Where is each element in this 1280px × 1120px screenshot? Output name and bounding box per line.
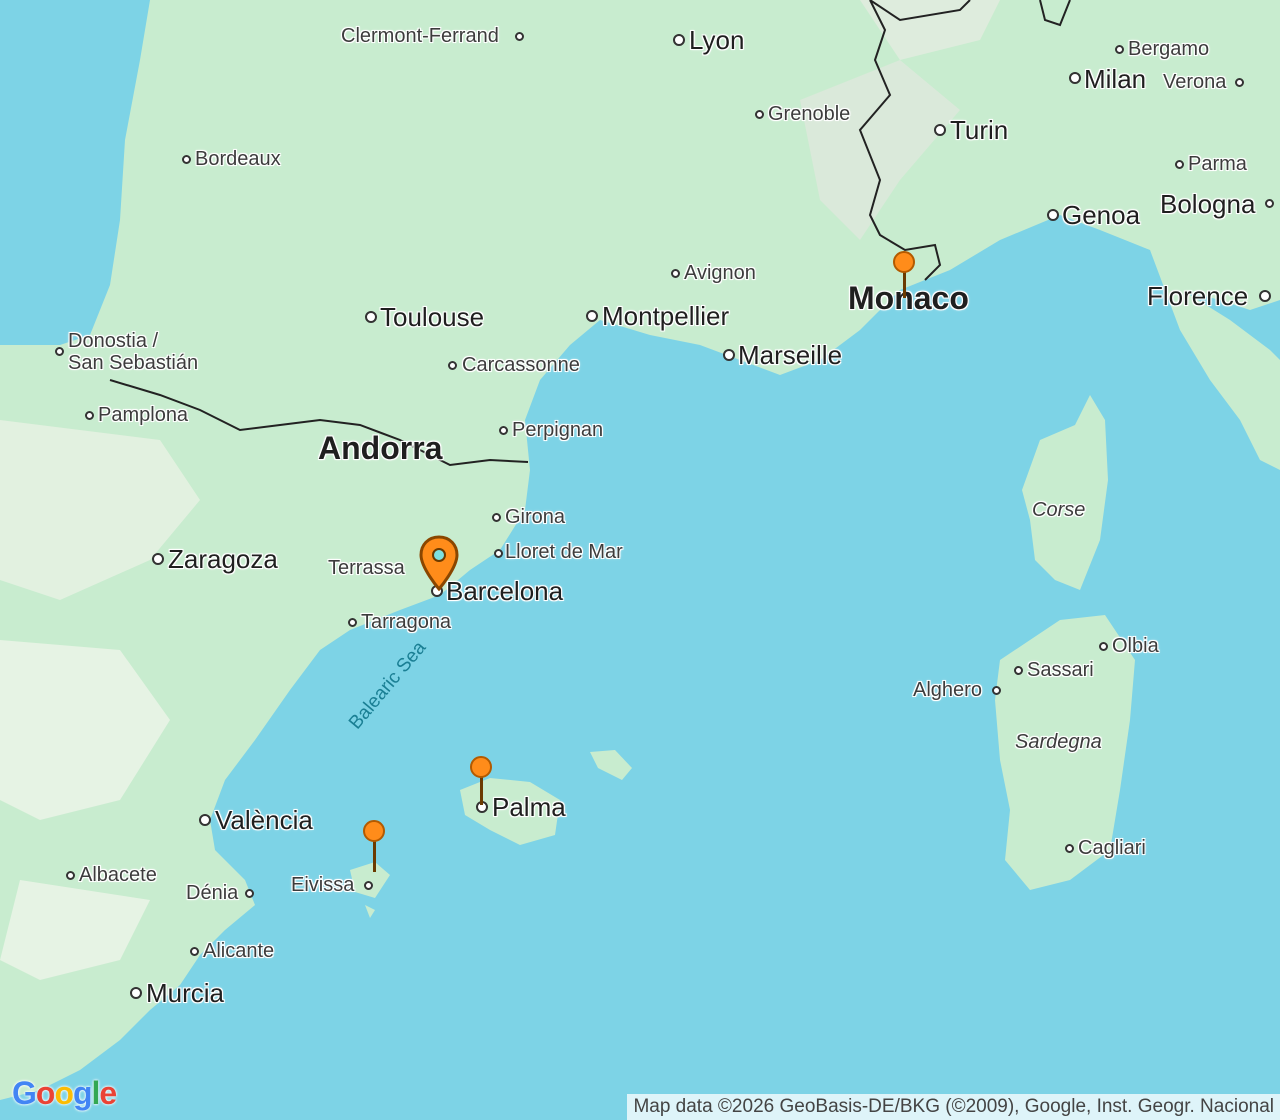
label-genoa: Genoa xyxy=(1062,200,1141,230)
map-attribution: Map data ©2026 GeoBasis-DE/BKG (©2009), … xyxy=(627,1094,1280,1120)
label-alghero: Alghero xyxy=(913,679,982,701)
label-corse: Corse xyxy=(1032,499,1086,521)
label-bordeaux: Bordeaux xyxy=(195,148,281,170)
label-monaco: Monaco xyxy=(848,280,969,316)
label-lloret-de-mar: Lloret de Mar xyxy=(505,541,623,563)
map-canvas[interactable]: Clermont-Ferrand Lyon Bergamo Milan Vero… xyxy=(0,0,1280,1120)
selected-location-marker-icon[interactable] xyxy=(418,535,460,593)
label-grenoble: Grenoble xyxy=(768,103,851,125)
label-terrassa: Terrassa xyxy=(328,557,405,579)
google-logo: Google xyxy=(12,1075,117,1111)
label-clermont-ferrand: Clermont-Ferrand xyxy=(341,25,499,47)
label-andorra: Andorra xyxy=(318,430,443,466)
label-valencia: València xyxy=(215,805,313,835)
label-parma: Parma xyxy=(1188,153,1247,175)
label-tarragona: Tarragona xyxy=(361,611,452,633)
label-toulouse: Toulouse xyxy=(380,302,485,332)
label-lyon: Lyon xyxy=(689,25,745,55)
label-donostia: Donostia / xyxy=(68,330,159,352)
label-bergamo: Bergamo xyxy=(1128,38,1210,60)
label-milan: Milan xyxy=(1084,64,1147,94)
label-san-sebastian: San Sebastián xyxy=(68,352,199,374)
label-denia: Dénia xyxy=(186,882,239,904)
label-sardegna: Sardegna xyxy=(1015,731,1102,753)
label-avignon: Avignon xyxy=(684,262,756,284)
label-pamplona: Pamplona xyxy=(98,404,189,426)
label-turin: Turin xyxy=(950,115,1009,145)
label-sassari: Sassari xyxy=(1027,659,1094,681)
label-perpignan: Perpignan xyxy=(512,419,604,441)
label-marseille: Marseille xyxy=(738,340,843,370)
label-bologna: Bologna xyxy=(1160,189,1256,219)
label-albacete: Albacete xyxy=(79,864,157,886)
label-alicante: Alicante xyxy=(203,940,275,962)
label-florence: Florence xyxy=(1147,281,1249,311)
label-zaragoza: Zaragoza xyxy=(168,544,278,574)
label-palma: Palma xyxy=(492,792,566,822)
label-cagliari: Cagliari xyxy=(1078,837,1146,859)
label-girona: Girona xyxy=(505,506,566,528)
label-murcia: Murcia xyxy=(146,978,225,1008)
label-eivissa: Eivissa xyxy=(291,874,355,896)
label-carcassonne: Carcassonne xyxy=(462,354,580,376)
label-olbia: Olbia xyxy=(1112,635,1159,657)
label-barcelona: Barcelona xyxy=(446,576,564,606)
label-montpellier: Montpellier xyxy=(602,301,730,331)
label-verona: Verona xyxy=(1163,71,1227,93)
